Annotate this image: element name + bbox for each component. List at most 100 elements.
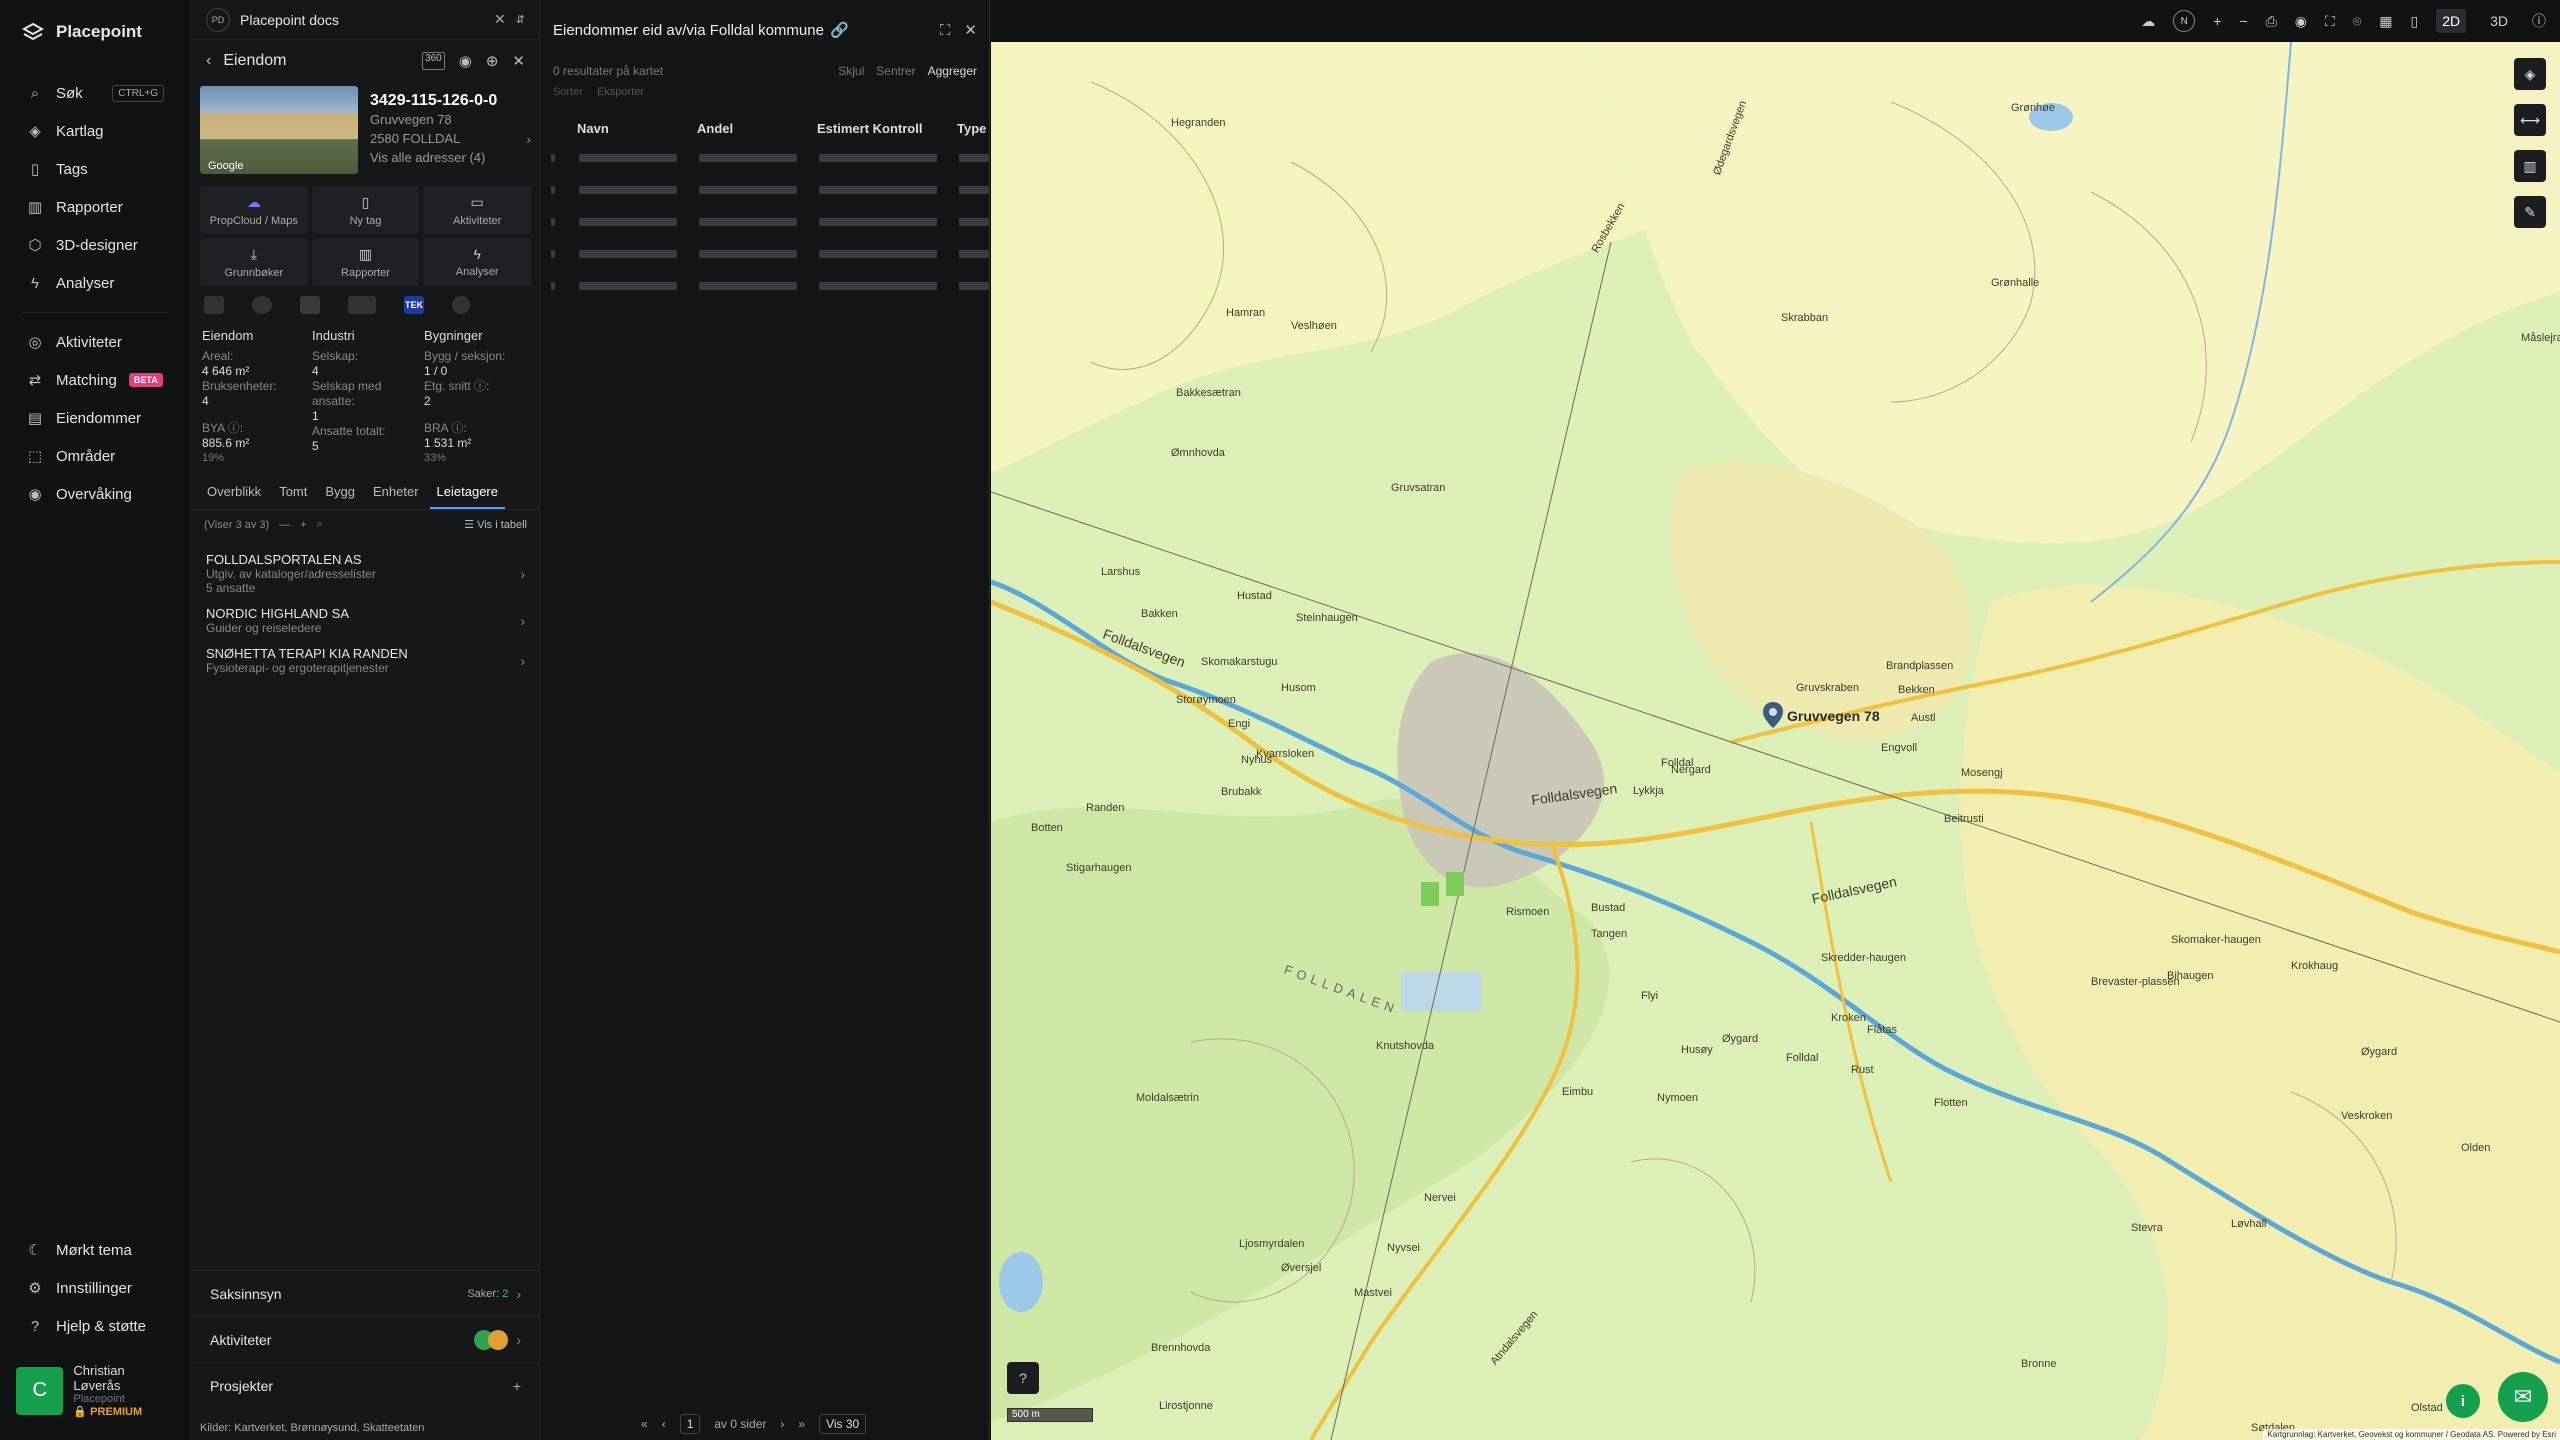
analyses-button[interactable]: ϟ Analyser xyxy=(423,238,531,286)
link-icon[interactable]: 🔗 xyxy=(830,21,849,39)
nav-item-omrader[interactable]: ⬚ Områder xyxy=(0,437,190,475)
more-chip-icon[interactable] xyxy=(452,296,470,314)
source-item[interactable]: Brønnøysund, xyxy=(291,1422,360,1434)
nav-item-help[interactable]: ? Hjelp & støtte xyxy=(0,1307,190,1345)
north-button[interactable]: N xyxy=(2173,10,2196,32)
section-prosjekter[interactable]: Prosjekter + xyxy=(192,1362,539,1408)
view-3d-button[interactable]: 3D xyxy=(2484,9,2514,33)
new-tag-button[interactable]: ▯ Ny tag xyxy=(311,186,420,234)
add-icon[interactable]: + xyxy=(300,519,306,531)
bookmark-icon[interactable]: ▯ xyxy=(2410,13,2418,30)
tab-tomt[interactable]: Tomt xyxy=(272,476,314,509)
target-add-icon[interactable]: ⊕ xyxy=(486,52,499,70)
back-icon[interactable]: ‹ xyxy=(206,52,211,70)
chat-icon[interactable]: ✉ xyxy=(2498,1372,2548,1422)
map-label: Hegranden xyxy=(1171,117,1226,129)
property-photo[interactable]: Google xyxy=(200,86,358,174)
nav-item-3d-designer[interactable]: ⬡ 3D-designer xyxy=(0,226,190,264)
center-button[interactable]: Sentrer xyxy=(876,64,915,78)
eye-icon[interactable]: ◉ xyxy=(2295,13,2307,30)
column-andel[interactable]: Andel xyxy=(697,121,817,136)
tab-overblikk[interactable]: Overblikk xyxy=(200,476,268,509)
reports-button[interactable]: ▥ Rapporter xyxy=(311,238,420,286)
plant-chip-icon[interactable] xyxy=(300,296,320,314)
source-chip-icon[interactable] xyxy=(204,296,224,314)
aggregate-button[interactable]: Aggreger xyxy=(928,64,977,78)
camera-icon[interactable]: ⌾ xyxy=(2353,13,2361,30)
map-label: Bekken xyxy=(1898,684,1935,696)
section-saksinnsyn[interactable]: Saksinnsyn Saker: 2 › xyxy=(192,1270,539,1316)
page-input[interactable]: 1 xyxy=(679,1414,701,1434)
globe-chip-icon[interactable] xyxy=(252,296,272,314)
eye-icon[interactable]: ◉ xyxy=(459,52,472,70)
export-button[interactable]: Eksporter xyxy=(597,86,644,98)
tab-leietagere[interactable]: Leietagere xyxy=(429,476,505,509)
map-help-icon[interactable]: ? xyxy=(1007,1362,1039,1394)
list-item[interactable]: SNØHETTA TERAPI KIA RANDEN Fysioterapi- … xyxy=(192,641,539,681)
view-table-button[interactable]: ☰ Vis i tabell xyxy=(464,518,527,531)
all-addresses-link[interactable]: Vis alle adresser (4) xyxy=(370,148,526,167)
view-2d-button[interactable]: 2D xyxy=(2436,9,2467,33)
propcloud-button[interactable]: ☁ PropCloud / Maps xyxy=(200,186,308,234)
hide-button[interactable]: Skjul xyxy=(838,64,864,78)
list-item[interactable]: FOLLDALSPORTALEN AS Utgiv. av kataloger/… xyxy=(192,547,539,601)
nav-item-eiendommer[interactable]: ▤ Eiendommer xyxy=(0,399,190,437)
source-item[interactable]: Skatteetaten xyxy=(363,1422,425,1434)
nav-item-rapporter[interactable]: ▥ Rapporter xyxy=(0,188,190,226)
column-kontroll[interactable]: Estimert Kontroll xyxy=(817,121,957,136)
chevron-right-icon[interactable]: › xyxy=(526,131,531,147)
section-aktiviteter[interactable]: Aktiviteter › xyxy=(192,1316,539,1362)
close-icon[interactable]: ✕ xyxy=(494,11,506,28)
layers-control-icon[interactable]: ◈ xyxy=(2514,58,2546,90)
prev-page-icon[interactable]: ‹ xyxy=(662,1417,666,1431)
print-icon[interactable]: ⎙ xyxy=(2266,13,2277,30)
nav-item-settings[interactable]: ⚙ Innstillinger xyxy=(0,1269,190,1307)
measure-icon[interactable]: ⟷ xyxy=(2514,104,2546,136)
map-canvas[interactable]: Folldalsvegen Folldalsvegen Folldalsvege… xyxy=(991,42,2560,1440)
bars-chip-icon[interactable] xyxy=(348,296,376,314)
doc-tab[interactable]: PD Placepoint docs ✕ ⇵ xyxy=(192,0,539,40)
close-icon[interactable]: ✕ xyxy=(512,52,525,70)
nav-item-matching[interactable]: ⇄ Matching BETA xyxy=(0,361,190,399)
grunnboker-button[interactable]: ⤓ Grunnbøker xyxy=(200,238,308,286)
weather-icon[interactable]: ☁ xyxy=(2141,13,2155,30)
info-icon[interactable]: ⓘ xyxy=(2532,11,2546,31)
close-icon[interactable]: ✕ xyxy=(964,21,977,39)
collapse-icon[interactable]: — xyxy=(279,519,290,531)
nav-item-overvaking[interactable]: ◉ Overvåking xyxy=(0,475,190,513)
brand[interactable]: Placepoint xyxy=(0,0,190,64)
sort-button[interactable]: Sorter xyxy=(553,86,583,98)
zoom-in-icon[interactable]: + xyxy=(2213,13,2221,29)
property-marker-icon[interactable] xyxy=(1763,702,1783,728)
draw-icon[interactable]: ✎ xyxy=(2514,196,2546,228)
source-item[interactable]: Kartverket, xyxy=(234,1422,287,1434)
tab-enheter[interactable]: Enheter xyxy=(366,476,426,509)
user-card[interactable]: C Christian Løverås Placepoint 🔒 PREMIUM xyxy=(16,1355,174,1426)
nav-item-tags[interactable]: ▯ Tags xyxy=(0,150,190,188)
add-icon[interactable]: + xyxy=(513,1378,521,1394)
grid-icon[interactable]: ▦ xyxy=(2379,13,2392,30)
chart-control-icon[interactable]: ▥ xyxy=(2514,150,2546,182)
first-page-icon[interactable]: « xyxy=(641,1417,648,1431)
column-name[interactable]: Navn xyxy=(577,121,697,136)
tab-bygg[interactable]: Bygg xyxy=(318,476,362,509)
page-size-select[interactable]: Vis 30 xyxy=(819,1414,867,1434)
zoom-out-icon[interactable]: − xyxy=(2239,13,2247,29)
tek-chip[interactable]: TEK xyxy=(404,296,424,314)
chevron-right-icon: › xyxy=(520,653,525,669)
list-item[interactable]: NORDIC HIGHLAND SA Guider og reiseledere… xyxy=(192,601,539,641)
fullscreen-icon[interactable]: ⛶ xyxy=(2325,13,2335,30)
search-icon[interactable]: ⌕ xyxy=(317,518,323,531)
chevron-updown-icon[interactable]: ⇵ xyxy=(516,13,525,26)
last-page-icon[interactable]: » xyxy=(798,1417,805,1431)
nav-item-kartlag[interactable]: ◈ Kartlag xyxy=(0,112,190,150)
nav-item-analyser[interactable]: ϟ Analyser xyxy=(0,264,190,302)
nav-item-aktiviteter[interactable]: ◎ Aktiviteter xyxy=(0,323,190,361)
nav-item-dark-theme[interactable]: ☾ Mørkt tema xyxy=(0,1231,190,1269)
info-button[interactable]: i xyxy=(2446,1384,2480,1418)
nav-item-search[interactable]: ⌕ Søk CTRL+G xyxy=(0,74,190,112)
street-view-icon[interactable]: 360 xyxy=(422,52,445,70)
next-page-icon[interactable]: › xyxy=(780,1417,784,1431)
expand-icon[interactable]: ⛶ xyxy=(940,22,951,39)
activities-button[interactable]: ▭ Aktiviteter xyxy=(423,186,531,234)
